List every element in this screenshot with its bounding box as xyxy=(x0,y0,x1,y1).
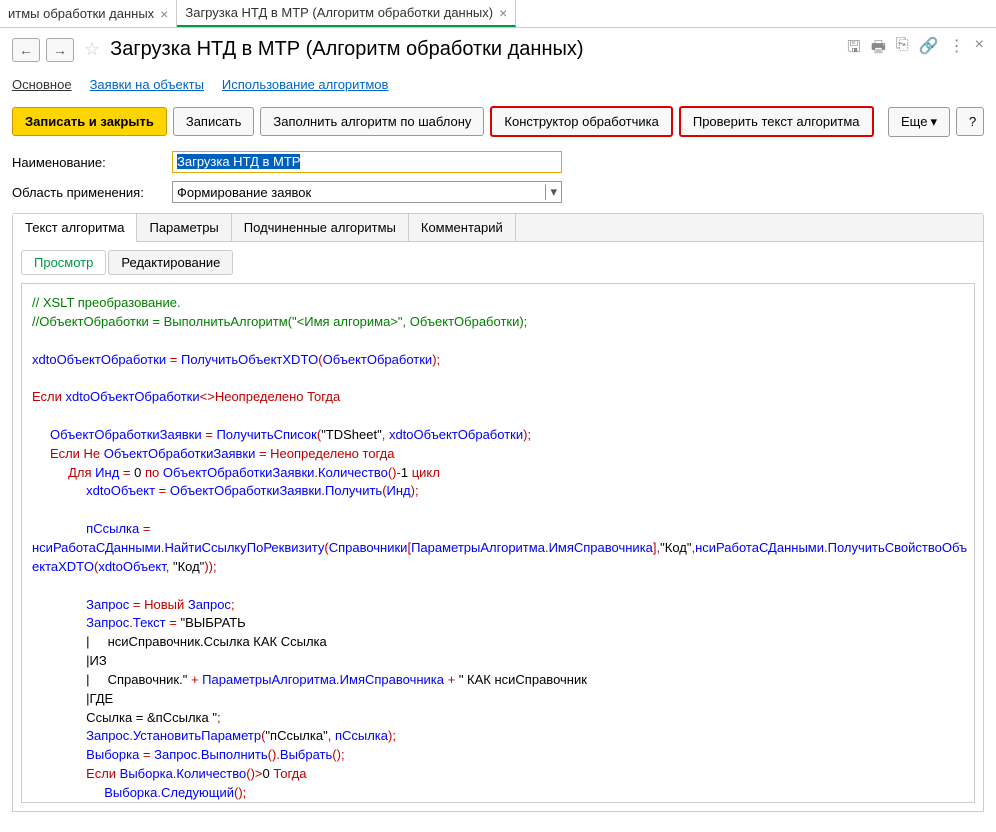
subtab-edit[interactable]: Редактирование xyxy=(108,250,233,275)
subnav-main[interactable]: Основное xyxy=(12,77,72,92)
header-icons: 🖫 🖶 ⎘ 🔗 ⋮ × xyxy=(847,36,984,63)
scope-label: Область применения: xyxy=(12,185,162,200)
nav-back-button[interactable]: ← xyxy=(12,38,40,62)
chevron-down-icon[interactable]: ▾ xyxy=(545,184,557,200)
code-viewer[interactable]: // XSLT преобразование. //ОбъектОбработк… xyxy=(21,283,975,803)
scope-select[interactable]: Формирование заявок ▾ xyxy=(172,181,562,203)
print-icon[interactable]: 🖶 xyxy=(871,36,886,63)
favorite-icon[interactable]: ☆ xyxy=(84,39,100,60)
copy-icon[interactable]: ⎘ xyxy=(896,36,909,63)
chevron-down-icon: ▾ xyxy=(930,114,937,130)
subnav-requests[interactable]: Заявки на объекты xyxy=(90,77,204,92)
save-close-button[interactable]: Записать и закрыть xyxy=(12,107,167,136)
tab-load-ntd[interactable]: Загрузка НТД в МТР (Алгоритм обработки д… xyxy=(177,0,516,27)
constructor-button[interactable]: Конструктор обработчика xyxy=(490,106,672,137)
toolbar: Записать и закрыть Записать Заполнить ал… xyxy=(0,102,996,147)
main-tab-panel: Текст алгоритма Параметры Подчиненные ал… xyxy=(12,213,984,812)
link-icon[interactable]: 🔗 xyxy=(919,36,939,63)
tab-algo-text[interactable]: Текст алгоритма xyxy=(13,214,137,242)
help-button[interactable]: ? xyxy=(956,107,984,136)
tab-body: Просмотр Редактирование // XSLT преобраз… xyxy=(13,241,983,811)
close-icon[interactable]: × xyxy=(975,36,984,63)
view-tab-head: Просмотр Редактирование xyxy=(21,250,975,275)
fill-template-button[interactable]: Заполнить алгоритм по шаблону xyxy=(260,107,484,136)
header: ← → ☆ Загрузка НТД в МТР (Алгоритм обраб… xyxy=(0,28,996,71)
scope-row: Область применения: Формирование заявок … xyxy=(0,177,996,207)
tab-label: Загрузка НТД в МТР (Алгоритм обработки д… xyxy=(185,5,493,20)
sub-navigation: Основное Заявки на объекты Использование… xyxy=(0,71,996,102)
save-icon[interactable]: 🖫 xyxy=(847,36,861,63)
close-icon[interactable]: × xyxy=(499,5,507,21)
tab-label: итмы обработки данных xyxy=(8,6,154,21)
save-button[interactable]: Записать xyxy=(173,107,255,136)
name-input[interactable]: Загрузка НТД в МТР xyxy=(172,151,562,173)
page-title: Загрузка НТД в МТР (Алгоритм обработки д… xyxy=(110,38,841,61)
more-button[interactable]: Еще ▾ xyxy=(888,107,950,137)
tab-params[interactable]: Параметры xyxy=(137,214,231,241)
tab-sub-algos[interactable]: Подчиненные алгоритмы xyxy=(232,214,409,241)
subnav-usage[interactable]: Использование алгоритмов xyxy=(222,77,389,92)
check-text-button[interactable]: Проверить текст алгоритма xyxy=(679,106,874,137)
name-label: Наименование: xyxy=(12,155,162,170)
tab-comment[interactable]: Комментарий xyxy=(409,214,516,241)
main-tab-head: Текст алгоритма Параметры Подчиненные ал… xyxy=(13,214,983,241)
nav-forward-button[interactable]: → xyxy=(46,38,74,62)
tab-algo-processing[interactable]: итмы обработки данных × xyxy=(0,0,177,27)
more-icon[interactable]: ⋮ xyxy=(949,36,965,63)
scope-value: Формирование заявок xyxy=(177,185,311,200)
close-icon[interactable]: × xyxy=(160,6,168,22)
name-row: Наименование: Загрузка НТД в МТР xyxy=(0,147,996,177)
document-tabs: итмы обработки данных × Загрузка НТД в М… xyxy=(0,0,996,28)
subtab-view[interactable]: Просмотр xyxy=(21,250,106,275)
